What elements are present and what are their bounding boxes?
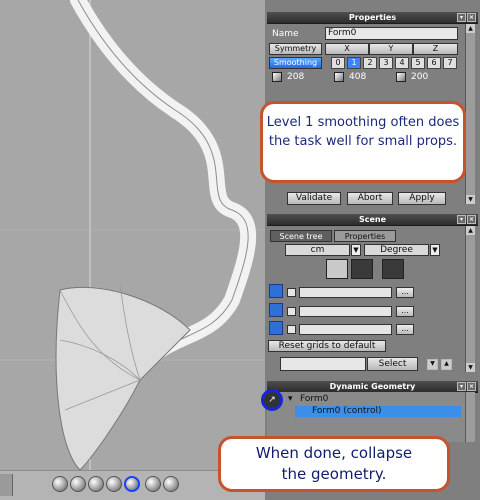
grid-plane-icon[interactable] [326,259,348,279]
scroll-down-icon[interactable]: ▼ [466,195,475,204]
scene-title: Scene [358,215,387,224]
dynamic-geometry-scrollbar[interactable] [465,392,475,442]
tab-scene-tree[interactable]: Scene tree [270,230,332,242]
smoothing-level-6[interactable]: 6 [427,57,441,69]
symmetry-z-button[interactable]: Z [413,43,458,55]
properties-title-bar: Properties ▾ × [267,12,478,24]
viewport-3d[interactable] [0,0,265,500]
face-count: 200 [411,72,429,82]
scroll-up-icon[interactable]: ▲ [466,226,475,235]
symmetry-button[interactable]: Symmetry [269,43,322,55]
unit-select[interactable]: cm [285,244,350,256]
callout-collapse-line1: When done, collapse [255,444,413,462]
vertex-count-icon [272,72,282,82]
grid-value-field[interactable] [299,324,392,335]
scroll-up-icon[interactable]: ▲ [466,24,475,33]
wireframe-sphere-icon[interactable] [52,476,68,492]
dynamic-geometry-tree [267,392,466,442]
sphere-icon[interactable] [70,476,86,492]
selected-sphere-icon[interactable] [124,476,140,492]
smoothing-level-3[interactable]: 3 [379,57,393,69]
smoothing-level-1[interactable]: 1 [347,57,361,69]
grid-visible-checkbox[interactable] [287,307,296,316]
sphere-icon[interactable] [163,476,179,492]
scroll-down-icon[interactable]: ▼ [466,363,475,372]
edge-count: 408 [349,72,367,82]
close-icon[interactable]: × [467,215,476,224]
grid-axis-icon [269,284,283,298]
abort-button[interactable]: Abort [347,192,393,205]
callout-smoothing-line1: Level 1 smoothing often does [266,115,460,130]
grid-browse-button[interactable]: ... [396,306,414,317]
select-input[interactable] [280,357,366,371]
properties-title: Properties [348,13,397,22]
smoothing-level-4[interactable]: 4 [395,57,409,69]
smoothing-level-5[interactable]: 5 [411,57,425,69]
chevron-down-icon[interactable]: ▼ [430,244,440,256]
callout-smoothing-line2: the task well for small props. [268,134,458,149]
horn-bell [55,286,191,471]
angle-unit-select[interactable]: Degree [364,244,429,256]
grid-browse-button[interactable]: ... [396,287,414,298]
apply-button[interactable]: Apply [398,192,446,205]
smoothing-button[interactable]: Smoothing [269,57,322,69]
close-icon[interactable]: × [467,382,476,391]
close-icon[interactable]: × [467,13,476,22]
reset-grids-button[interactable]: Reset grids to default [268,340,386,352]
name-label: Name [272,29,299,39]
grid-browse-button[interactable]: ... [396,324,414,335]
arrow-down-icon[interactable]: ▾ [457,13,466,22]
validate-button[interactable]: Validate [287,192,341,205]
scene-title-bar: Scene ▾ × [267,214,478,226]
dynamic-geometry-title: Dynamic Geometry [329,382,416,391]
arrow-down-icon[interactable]: ▾ [457,215,466,224]
vertex-count: 208 [287,72,305,82]
select-button[interactable]: Select [367,357,418,371]
grid-axis-icon [269,321,283,335]
sphere-icon[interactable] [88,476,104,492]
grid-axis-icon [269,303,283,317]
grid-visible-checkbox[interactable] [287,325,296,334]
grid-value-field[interactable] [299,306,392,317]
select-next-icon[interactable]: ▲ [441,359,452,370]
arrow-down-icon[interactable]: ▾ [457,382,466,391]
grid-vertical-icon[interactable] [382,259,404,279]
smoothing-level-0[interactable]: 0 [331,57,345,69]
symmetry-y-button[interactable]: Y [369,43,413,55]
scene-scrollbar[interactable]: ▲ ▼ [465,226,475,372]
name-field[interactable]: Form0 [325,27,458,40]
select-prev-icon[interactable]: ▼ [427,359,438,370]
shaded-sphere-icon[interactable] [145,476,161,492]
grid-visible-checkbox[interactable] [287,288,296,297]
smoothing-level-2[interactable]: 2 [363,57,377,69]
properties-scrollbar[interactable]: ▲ ▼ [465,24,475,204]
callout-collapse-line2: the geometry. [281,465,387,483]
toolbar-grip[interactable] [0,474,13,496]
tree-item-form0-control[interactable]: Form0 (control) [295,406,461,417]
chevron-down-icon[interactable]: ▼ [351,244,361,256]
callout-collapse-tip: When done, collapse the geometry. [218,436,450,492]
smoothing-level-7[interactable]: 7 [443,57,457,69]
viewport-canvas[interactable] [0,0,265,500]
symmetry-x-button[interactable]: X [325,43,369,55]
tab-properties[interactable]: Properties [334,230,396,242]
face-count-icon [396,72,406,82]
grid-value-field[interactable] [299,287,392,298]
tree-expander-icon[interactable]: ▾ [288,394,293,404]
grid-tilted-icon[interactable] [351,259,373,279]
smooth-sphere-icon[interactable] [106,476,122,492]
edge-count-icon [334,72,344,82]
tree-item-form0[interactable]: Form0 [300,394,328,404]
collapse-geometry-icon[interactable]: ↗ [261,389,283,411]
callout-smoothing-tip: Level 1 smoothing often does the task we… [260,101,466,183]
